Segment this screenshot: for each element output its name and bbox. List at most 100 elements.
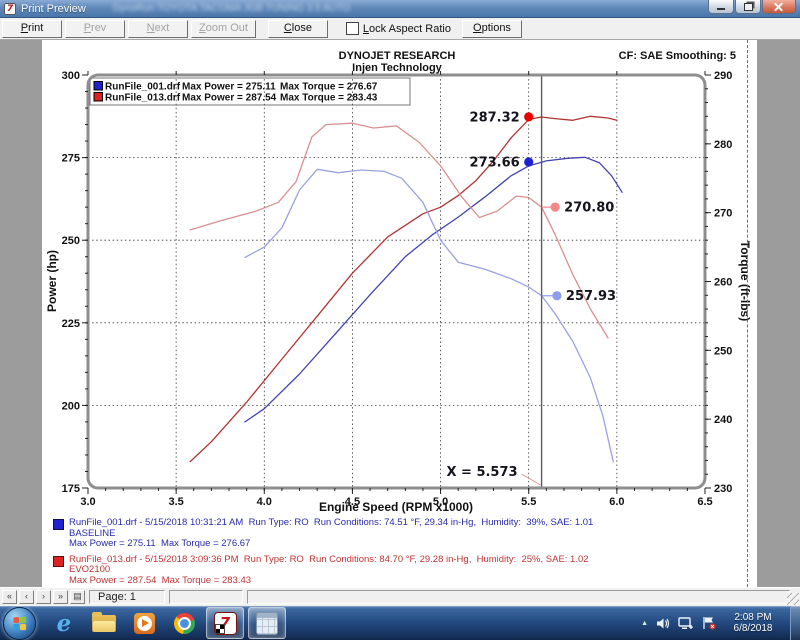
lock-aspect-ratio-label: Lock Aspect Ratio: [363, 23, 451, 35]
previous-page-button[interactable]: ‹: [19, 590, 34, 604]
left-tick-label: 300: [62, 70, 80, 82]
report-page: DYNOJET RESEARCH Injen Technology CF: SA…: [42, 40, 757, 587]
curve-torque-runfile001: [245, 169, 613, 462]
right-tick-label: 290: [714, 70, 732, 82]
zoom-out-button: Zoom Out: [191, 20, 256, 38]
chart-company-title: DYNOJET RESEARCH: [339, 50, 456, 62]
print-preview-area: DYNOJET RESEARCH Injen Technology CF: SA…: [0, 40, 800, 587]
statusbar: « ‹ › » ▤ Page: 1: [0, 587, 800, 606]
first-page-button[interactable]: «: [2, 590, 17, 604]
left-tick-label: 275: [62, 153, 80, 165]
print-button[interactable]: Print: [2, 20, 62, 38]
action-center-flag-icon[interactable]: [702, 616, 716, 630]
curve-power-runfile013: [190, 116, 617, 461]
restore-button[interactable]: [735, 0, 761, 14]
window-title: Print Preview: [21, 3, 86, 15]
legend-power-1: Max Power = 275.11: [182, 82, 276, 93]
minimize-button[interactable]: [708, 0, 734, 14]
x-tick-label: 3.0: [80, 496, 95, 508]
taskbar: e 7 ▲: [0, 606, 800, 640]
dyno-app-icon: 7: [215, 613, 236, 634]
taskbar-calculator-button[interactable]: [248, 607, 286, 639]
volume-icon[interactable]: [656, 617, 670, 630]
legend-file-1: RunFile_001.drf: [105, 82, 181, 93]
taskbar-dyno-app-button[interactable]: 7: [206, 607, 244, 639]
media-player-icon: [134, 613, 155, 634]
last-page-button[interactable]: »: [53, 590, 68, 604]
system-tray: ▲ 2:08 PM 6/8/2018: [641, 612, 788, 635]
close-window-button[interactable]: [762, 0, 796, 14]
x-tick-label: 6.0: [609, 496, 624, 508]
next-page-button: Next: [128, 20, 188, 38]
left-tick-label: 200: [62, 400, 80, 412]
app-icon: 7: [4, 3, 16, 15]
legend-torque-2: Max Torque = 283.43: [280, 93, 378, 104]
network-icon[interactable]: [678, 617, 694, 630]
ie-icon: e: [57, 610, 72, 637]
x-tick-label: 4.5: [345, 496, 360, 508]
left-tick-label: 225: [62, 318, 80, 330]
curve-torque-runfile013: [190, 123, 608, 338]
marker-dot: [552, 291, 561, 300]
statusbar-section: [169, 590, 243, 604]
calculator-icon: [256, 612, 278, 635]
close-preview-button[interactable]: Close: [268, 20, 328, 38]
taskbar-explorer-folder-icon[interactable]: [86, 608, 122, 638]
start-button[interactable]: [3, 607, 36, 640]
window-controls: [708, 0, 796, 14]
legend-swatch-red: [94, 93, 103, 102]
right-tick-label: 260: [714, 277, 732, 289]
x-axis-title: Engine Speed (RPM x1000): [319, 500, 473, 514]
x-tick-label: 5.0: [433, 496, 448, 508]
right-tick-label: 230: [714, 483, 732, 495]
x-tick-label: 3.5: [168, 496, 183, 508]
run2-name: EVO2100: [69, 565, 589, 576]
run2-color-swatch: [53, 556, 64, 567]
marker-dot: [524, 157, 533, 166]
folder-icon: [92, 615, 116, 632]
cursor-label-leader: [522, 474, 541, 485]
prev-page-button: Prev: [65, 20, 125, 38]
page-number-indicator: Page: 1: [89, 590, 165, 604]
options-button[interactable]: Options: [462, 20, 522, 38]
marker-value-label: 270.80: [564, 201, 614, 216]
page-setup-icon[interactable]: ▤: [70, 590, 85, 604]
show-desktop-button[interactable]: [790, 606, 800, 640]
right-tick-label: 250: [714, 345, 732, 357]
left-tick-label: 250: [62, 235, 80, 247]
print-preview-toolbar: Print Prev Next Zoom Out Close Lock Aspe…: [0, 18, 800, 40]
run2-conditions: RunFile_013.drf - 5/15/2018 3:09:36 PM R…: [69, 555, 589, 566]
legend-file-2: RunFile_013.drf: [105, 93, 181, 104]
plot-frame: [88, 75, 705, 488]
chart-correction-note: CF: SAE Smoothing: 5: [619, 50, 736, 62]
marker-value-label: 257.93: [566, 289, 616, 304]
clock-time: 2:08 PM: [724, 612, 782, 624]
legend-power-2: Max Power = 287.54: [182, 93, 277, 104]
right-tick-label: 270: [714, 208, 732, 220]
resize-grip[interactable]: [787, 593, 799, 605]
screen: 7 Print Preview DynoRun TOYOTA TACOMA JG…: [0, 0, 800, 640]
page-margin-indicator: [747, 40, 748, 587]
left-tick-label: 175: [62, 483, 80, 495]
right-axis-title: Torque (ft-lbs): [738, 241, 752, 321]
x-tick-label: 4.0: [257, 496, 272, 508]
checkered-flag-icon: [216, 625, 224, 633]
chrome-icon: [174, 613, 195, 634]
run1-details: RunFile_001.drf - 5/15/2018 10:31:21 AM …: [53, 518, 748, 550]
taskbar-clock[interactable]: 2:08 PM 6/8/2018: [724, 612, 782, 635]
taskbar-chrome-icon[interactable]: [166, 608, 202, 638]
marker-value-label: 287.32: [470, 110, 520, 125]
windows-logo-icon: [13, 616, 26, 630]
next-page-nav-button[interactable]: ›: [36, 590, 51, 604]
taskbar-internet-explorer-icon[interactable]: e: [46, 608, 82, 638]
show-hidden-icons-button[interactable]: ▲: [641, 620, 648, 627]
taskbar-media-player-icon[interactable]: [126, 608, 162, 638]
run-details: RunFile_001.drf - 5/15/2018 10:31:21 AM …: [53, 518, 748, 587]
clock-date: 6/8/2018: [724, 623, 782, 635]
marker-dot: [551, 203, 560, 212]
statusbar-section: [247, 590, 790, 604]
lock-aspect-ratio-checkbox[interactable]: [346, 22, 359, 35]
right-tick-label: 240: [714, 414, 732, 426]
left-axis-title: Power (hp): [45, 250, 59, 312]
run1-conditions: RunFile_001.drf - 5/15/2018 10:31:21 AM …: [69, 518, 593, 529]
